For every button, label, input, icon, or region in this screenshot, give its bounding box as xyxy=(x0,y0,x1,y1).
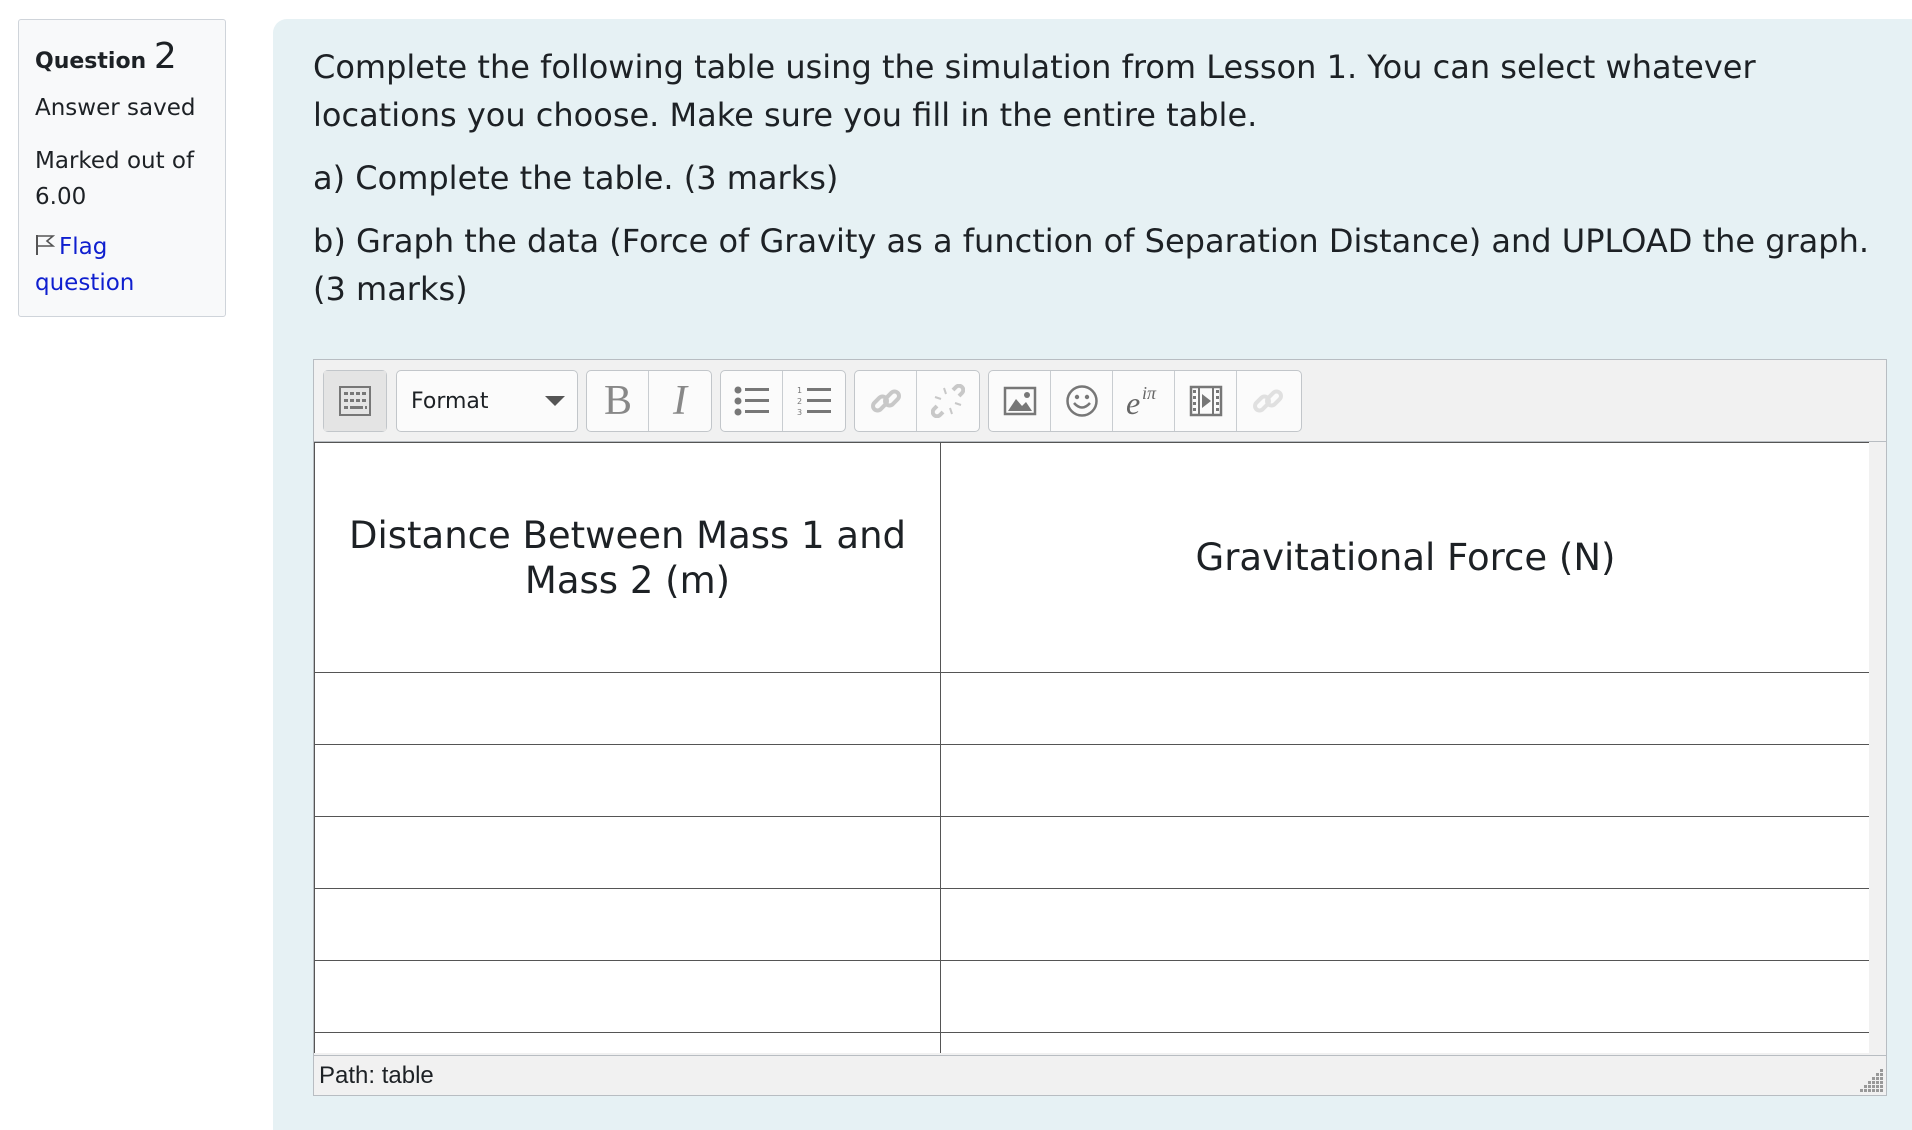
italic-button[interactable]: I xyxy=(649,371,711,431)
svg-text:1: 1 xyxy=(797,386,802,395)
svg-text:I: I xyxy=(672,381,689,421)
flag-icon xyxy=(35,231,56,255)
atto-editor: Format B I 1 2 3 e iπ Distance Between Mas… xyxy=(313,359,1887,1096)
data-table: Distance Between Mass 1 and Mass 2 (m) G… xyxy=(314,442,1869,1053)
link-button[interactable] xyxy=(855,371,917,431)
unlink-icon xyxy=(931,384,965,418)
bullet-list-icon xyxy=(734,385,770,417)
media-button[interactable] xyxy=(1175,371,1237,431)
table-cell[interactable] xyxy=(940,960,1869,1033)
table-row xyxy=(314,1032,1869,1053)
table-row xyxy=(314,888,1869,961)
bold-icon: B xyxy=(601,381,635,421)
table-cell[interactable] xyxy=(314,744,941,817)
question-part-a: a) Complete the table. (3 marks) xyxy=(313,159,839,197)
header-force[interactable]: Gravitational Force (N) xyxy=(940,442,1869,673)
svg-text:B: B xyxy=(603,381,631,421)
numbered-list-button[interactable]: 1 2 3 xyxy=(783,371,845,431)
table-header-row: Distance Between Mass 1 and Mass 2 (m) G… xyxy=(314,442,1869,673)
svg-text:2: 2 xyxy=(797,397,802,406)
emoticon-icon xyxy=(1065,384,1099,418)
table-row xyxy=(314,744,1869,817)
unlink-button[interactable] xyxy=(917,371,979,431)
toolbar-group-collapse xyxy=(323,370,387,432)
editor-toolbar: Format B I 1 2 3 e iπ xyxy=(314,360,1886,442)
manage-files-icon xyxy=(1251,384,1285,418)
numbered-list-icon: 1 2 3 xyxy=(796,385,832,417)
toolbar-group-lists: 1 2 3 xyxy=(720,370,846,432)
table-cell[interactable] xyxy=(314,960,941,1033)
table-row xyxy=(314,816,1869,889)
question-text: Complete the following table using the s… xyxy=(313,43,1873,328)
link-icon xyxy=(869,384,903,418)
emoticon-button[interactable] xyxy=(1051,371,1113,431)
toolbar-group-links xyxy=(854,370,980,432)
equation-button[interactable]: e iπ xyxy=(1113,371,1175,431)
question-intro: Complete the following table using the s… xyxy=(313,48,1756,134)
table-cell[interactable] xyxy=(314,816,941,889)
grade-text: Marked out of 6.00 xyxy=(35,148,195,210)
editor-status-bar: Path: table xyxy=(314,1055,1886,1095)
table-cell[interactable] xyxy=(940,672,1869,745)
manage-files-button[interactable] xyxy=(1237,371,1299,431)
image-button[interactable] xyxy=(989,371,1051,431)
table-cell[interactable] xyxy=(314,672,941,745)
table-row xyxy=(314,672,1869,745)
bold-button[interactable]: B xyxy=(587,371,649,431)
toolbar-toggle-button[interactable] xyxy=(324,371,386,431)
answer-state: Answer saved xyxy=(35,95,196,121)
editor-content-area[interactable]: Distance Between Mass 1 and Mass 2 (m) G… xyxy=(314,442,1869,1053)
question-part-b: b) Graph the data (Force of Gravity as a… xyxy=(313,222,1870,308)
question-label: Question xyxy=(35,49,147,74)
svg-text:iπ: iπ xyxy=(1142,383,1157,403)
table-cell[interactable] xyxy=(940,888,1869,961)
toolbar-toggle-icon xyxy=(339,386,371,416)
format-label: Format xyxy=(411,388,489,414)
table-cell[interactable] xyxy=(940,1032,1869,1053)
italic-icon: I xyxy=(665,381,695,421)
format-dropdown[interactable]: Format xyxy=(397,371,577,431)
flag-question-link[interactable]: Flag question xyxy=(35,229,209,301)
resize-grip-icon[interactable] xyxy=(1856,1065,1884,1093)
image-icon xyxy=(1003,386,1037,416)
media-icon xyxy=(1189,385,1223,417)
svg-text:3: 3 xyxy=(797,408,802,417)
question-number: 2 xyxy=(153,36,177,77)
equation-icon: e iπ xyxy=(1124,382,1164,420)
svg-text:e: e xyxy=(1126,385,1140,420)
table-cell[interactable] xyxy=(314,1032,941,1053)
question-number-heading: Question 2 xyxy=(35,36,209,77)
table-cell[interactable] xyxy=(940,816,1869,889)
toolbar-group-insert: e iπ xyxy=(988,370,1302,432)
chevron-down-icon xyxy=(545,396,565,406)
bullet-list-button[interactable] xyxy=(721,371,783,431)
header-distance[interactable]: Distance Between Mass 1 and Mass 2 (m) xyxy=(314,442,941,673)
question-content: Complete the following table using the s… xyxy=(273,19,1912,1130)
table-row xyxy=(314,960,1869,1033)
toolbar-group-format: Format xyxy=(396,370,578,432)
question-info-panel: Question 2 Answer saved Marked out of 6.… xyxy=(18,19,226,317)
table-cell[interactable] xyxy=(314,888,941,961)
element-path: Path: table xyxy=(319,1062,434,1089)
toolbar-group-style: B I xyxy=(586,370,712,432)
table-cell[interactable] xyxy=(940,744,1869,817)
